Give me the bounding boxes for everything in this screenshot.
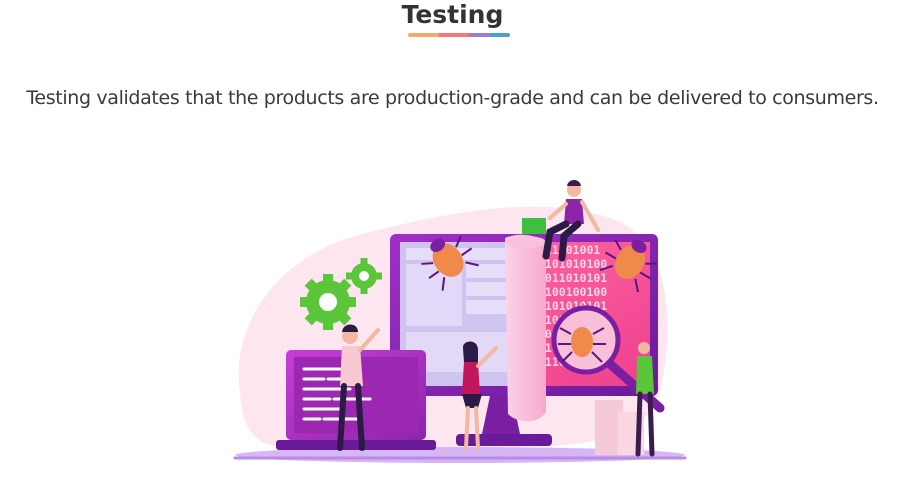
testing-illustration: 011001001 0101010100 1011010101 01001001… [233,180,687,463]
monitor-base [456,434,552,446]
section-title: Testing [401,0,504,29]
title-underline [408,33,510,37]
binary-line: 0100100100 [538,285,607,299]
gear-icon-large [300,274,356,330]
section-description: Testing validates that the products are … [26,87,879,109]
paper-scroll [505,234,546,422]
binary-line: 0101010100 [538,257,607,271]
binary-line: 1011010101 [538,271,607,285]
green-box [522,218,546,234]
laptop-base [276,440,436,450]
